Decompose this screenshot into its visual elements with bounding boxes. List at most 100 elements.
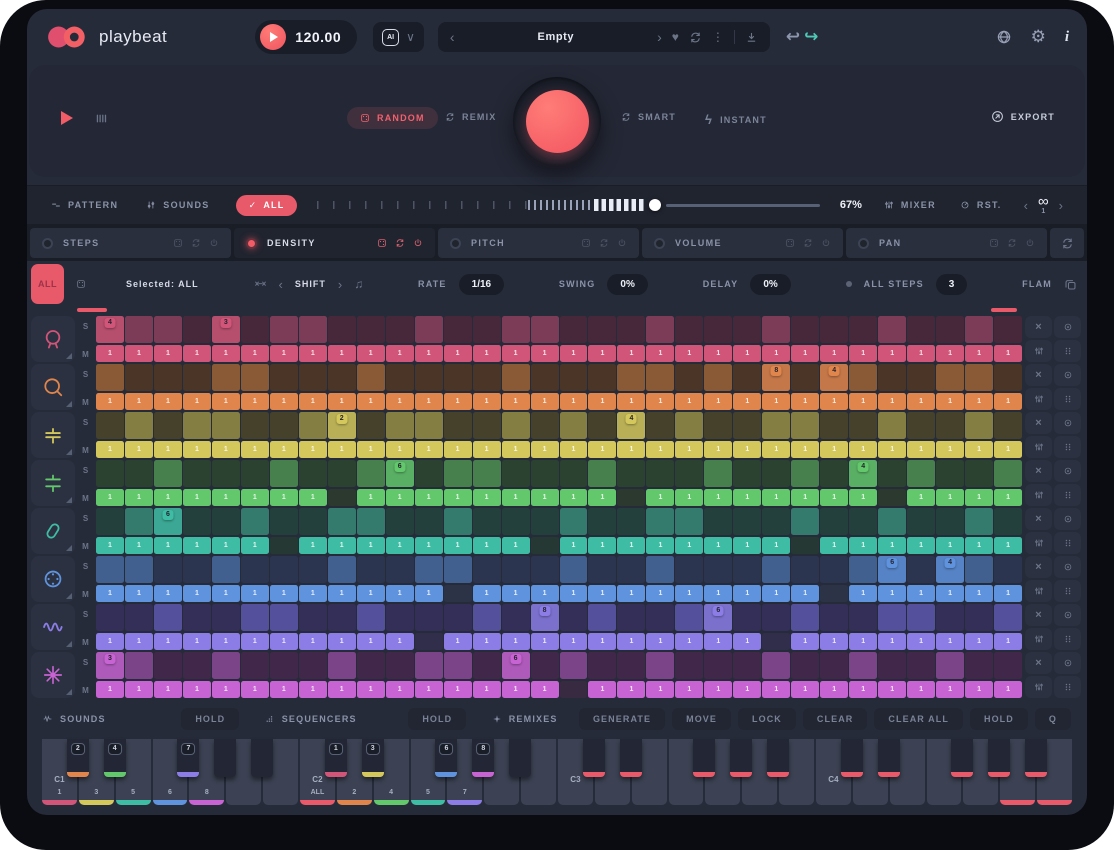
- step-cell[interactable]: [617, 489, 645, 506]
- density-step[interactable]: [212, 652, 240, 679]
- density-step[interactable]: [878, 460, 906, 487]
- density-step[interactable]: [241, 556, 269, 583]
- step-cell[interactable]: 1: [965, 537, 993, 554]
- step-cell[interactable]: 1: [560, 345, 588, 362]
- play-icon[interactable]: [61, 111, 73, 125]
- step-cell[interactable]: 1: [154, 585, 182, 602]
- density-step[interactable]: [762, 652, 790, 679]
- density-step[interactable]: [241, 460, 269, 487]
- density-step[interactable]: [386, 652, 414, 679]
- density-step[interactable]: [560, 556, 588, 583]
- density-step[interactable]: [357, 412, 385, 439]
- loop-next-button[interactable]: ›: [1059, 199, 1063, 212]
- black-key[interactable]: [951, 739, 973, 777]
- density-step[interactable]: [965, 364, 993, 391]
- step-cell[interactable]: 1: [994, 585, 1022, 602]
- density-step[interactable]: [646, 364, 674, 391]
- density-step[interactable]: [907, 460, 935, 487]
- step-cell[interactable]: 1: [357, 393, 385, 410]
- density-step[interactable]: [96, 412, 124, 439]
- density-step[interactable]: [154, 556, 182, 583]
- black-key[interactable]: [583, 739, 605, 777]
- step-cell[interactable]: 1: [936, 681, 964, 698]
- step-cell[interactable]: 1: [762, 681, 790, 698]
- step-cell[interactable]: 1: [936, 633, 964, 650]
- step-cell[interactable]: 1: [96, 489, 124, 506]
- ai-dropdown[interactable]: AI ∨: [373, 22, 424, 52]
- density-step[interactable]: [791, 604, 819, 631]
- density-step[interactable]: [820, 412, 848, 439]
- density-step[interactable]: 4: [820, 364, 848, 391]
- density-step[interactable]: [357, 316, 385, 343]
- density-step[interactable]: [617, 508, 645, 535]
- density-step[interactable]: [531, 460, 559, 487]
- step-cell[interactable]: 1: [617, 345, 645, 362]
- track-icon-hihat-closed-icon[interactable]: [31, 412, 75, 458]
- track-clear-button[interactable]: ×: [1025, 460, 1052, 482]
- all-steps-value[interactable]: 3: [936, 274, 968, 295]
- track-clear-button[interactable]: ×: [1025, 364, 1052, 386]
- density-step[interactable]: 4: [96, 316, 124, 343]
- step-cell[interactable]: 1: [791, 345, 819, 362]
- track-icon-wave-icon[interactable]: [31, 604, 75, 650]
- step-cell[interactable]: 1: [733, 633, 761, 650]
- black-key-7[interactable]: 7: [177, 739, 199, 777]
- step-cell[interactable]: 1: [212, 537, 240, 554]
- swing-value[interactable]: 0%: [607, 274, 647, 295]
- step-cell[interactable]: [415, 633, 443, 650]
- density-step[interactable]: [560, 412, 588, 439]
- density-step[interactable]: [965, 508, 993, 535]
- track-mixer-button[interactable]: [1025, 436, 1052, 458]
- step-cell[interactable]: 1: [183, 393, 211, 410]
- step-cell[interactable]: 1: [299, 633, 327, 650]
- step-cell[interactable]: 1: [560, 585, 588, 602]
- density-step[interactable]: [183, 412, 211, 439]
- step-cell[interactable]: 1: [907, 441, 935, 458]
- density-step[interactable]: [183, 508, 211, 535]
- step-cell[interactable]: 1: [965, 393, 993, 410]
- step-cell[interactable]: 1: [878, 585, 906, 602]
- density-step[interactable]: [791, 364, 819, 391]
- density-step[interactable]: [704, 364, 732, 391]
- density-step[interactable]: 3: [212, 316, 240, 343]
- tab-pan[interactable]: PAN: [846, 228, 1047, 258]
- step-cell[interactable]: 1: [936, 441, 964, 458]
- density-step[interactable]: [791, 652, 819, 679]
- step-cell[interactable]: 1: [820, 537, 848, 554]
- trigger-pad[interactable]: [526, 90, 589, 153]
- step-cell[interactable]: 1: [357, 681, 385, 698]
- main-trigger-button[interactable]: [513, 77, 601, 165]
- black-key[interactable]: [878, 739, 900, 777]
- track-solo-button[interactable]: [1054, 364, 1081, 386]
- step-cell[interactable]: 1: [241, 345, 269, 362]
- track-icon-shaker-icon[interactable]: [31, 508, 75, 554]
- step-cell[interactable]: 1: [415, 489, 443, 506]
- density-step[interactable]: [96, 364, 124, 391]
- track-drag-handle[interactable]: [1054, 484, 1081, 506]
- density-step[interactable]: [965, 604, 993, 631]
- density-step[interactable]: [907, 652, 935, 679]
- density-step[interactable]: [270, 604, 298, 631]
- density-step[interactable]: [704, 412, 732, 439]
- density-step[interactable]: [531, 412, 559, 439]
- step-cell[interactable]: 1: [241, 393, 269, 410]
- step-cell[interactable]: 1: [994, 393, 1022, 410]
- density-step[interactable]: [328, 460, 356, 487]
- density-step[interactable]: [241, 508, 269, 535]
- step-cell[interactable]: 1: [675, 345, 703, 362]
- density-step[interactable]: [675, 316, 703, 343]
- loop-icon[interactable]: [803, 238, 813, 248]
- step-cell[interactable]: 1: [617, 393, 645, 410]
- density-step[interactable]: [675, 412, 703, 439]
- density-step[interactable]: [386, 364, 414, 391]
- density-step[interactable]: [270, 652, 298, 679]
- step-cell[interactable]: 1: [994, 633, 1022, 650]
- step-cell[interactable]: [820, 585, 848, 602]
- step-cell[interactable]: 1: [704, 681, 732, 698]
- step-cell[interactable]: [270, 537, 298, 554]
- density-step[interactable]: [849, 364, 877, 391]
- density-step[interactable]: [328, 364, 356, 391]
- step-cell[interactable]: 1: [849, 393, 877, 410]
- density-step[interactable]: [212, 604, 240, 631]
- density-step[interactable]: [936, 460, 964, 487]
